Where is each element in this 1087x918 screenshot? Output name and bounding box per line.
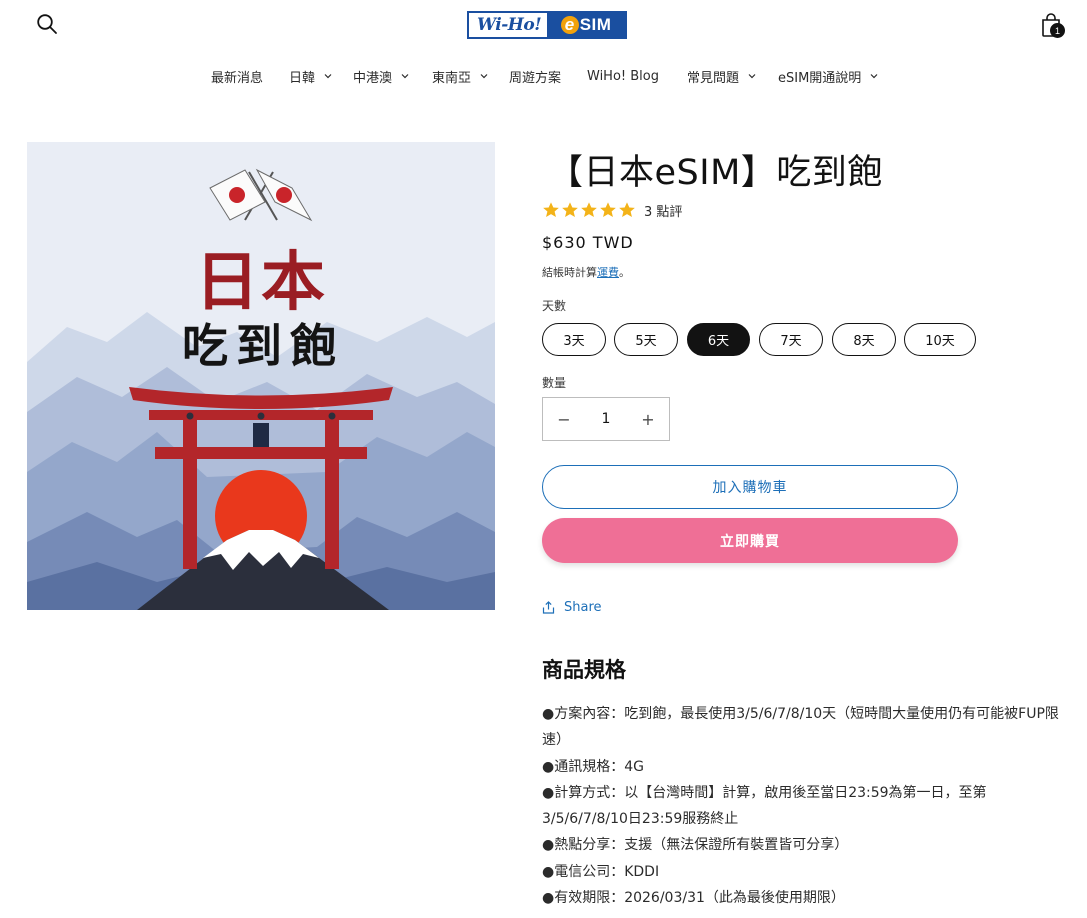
star-icon bbox=[619, 202, 635, 218]
spec-item-carrier: ●電信公司：KDDI bbox=[542, 863, 660, 880]
spec-item-billing: ●計算方式：以【台灣時間】計算，啟用後至當日23:59為第一日，至第3/5/6/… bbox=[542, 784, 987, 828]
nav-item-faq[interactable]: 常見問題 bbox=[687, 65, 756, 87]
spec-item-plan: ●方案內容：吃到飽，最長使用3/5/6/7/8/10天（短時間大量使用仍有可能被… bbox=[542, 706, 1059, 749]
main-nav: 最新消息 日韓 中港澳 東南亞 周遊方案 WiHo! Blog 常見問題 eSI… bbox=[0, 65, 1087, 87]
chevron-down-icon bbox=[480, 74, 488, 79]
product-title: 【日本eSIM】吃到飽 bbox=[548, 153, 883, 193]
nav-item-japan-korea[interactable]: 日韓 bbox=[289, 65, 332, 87]
day-option-6[interactable]: 6天 bbox=[687, 323, 750, 356]
day-option-10[interactable]: 10天 bbox=[904, 323, 976, 356]
logo-esim-text: e SIM bbox=[547, 13, 625, 37]
site-logo[interactable]: Wi-Ho! e SIM bbox=[467, 11, 627, 39]
add-to-cart-button[interactable]: 加入購物車 bbox=[542, 465, 958, 509]
nav-item-blog[interactable]: WiHo! Blog bbox=[587, 65, 659, 87]
image-title-japan: 日本 bbox=[195, 246, 327, 320]
product-rating[interactable]: 3 點評 bbox=[542, 199, 682, 221]
logo-wiho-text: Wi-Ho! bbox=[477, 15, 542, 35]
nav-item-latest-news[interactable]: 最新消息 bbox=[211, 65, 263, 87]
quantity-stepper: − 1 + bbox=[542, 397, 670, 441]
quantity-decrease-button[interactable]: − bbox=[543, 398, 585, 440]
product-price: $630 TWD bbox=[542, 233, 634, 252]
share-label: Share bbox=[564, 599, 602, 615]
shipping-note: 結帳時計算運費。 bbox=[542, 266, 630, 279]
spec-item-network: ●通訊規格：4G bbox=[542, 758, 644, 775]
search-icon[interactable] bbox=[36, 13, 58, 35]
shipping-link[interactable]: 運費 bbox=[597, 266, 619, 279]
nav-item-multi-country[interactable]: 周遊方案 bbox=[509, 65, 561, 87]
nav-item-esim-guide[interactable]: eSIM開通說明 bbox=[778, 65, 878, 87]
star-icon bbox=[562, 202, 578, 218]
image-title-unlimited: 吃到飽 bbox=[182, 319, 344, 373]
day-option-3[interactable]: 3天 bbox=[542, 323, 606, 356]
buy-now-button[interactable]: 立即購買 bbox=[542, 518, 958, 563]
nav-item-southeast-asia[interactable]: 東南亞 bbox=[432, 65, 488, 87]
quantity-input[interactable]: 1 bbox=[585, 411, 627, 427]
star-icon bbox=[581, 202, 597, 218]
days-label: 天數 bbox=[542, 299, 567, 313]
chevron-down-icon bbox=[401, 74, 409, 79]
rating-count[interactable]: 3 點評 bbox=[644, 201, 682, 220]
share-button[interactable]: Share bbox=[542, 598, 602, 616]
chevron-down-icon bbox=[870, 74, 878, 79]
product-image[interactable]: 日本 吃到飽 bbox=[27, 142, 495, 610]
quantity-label: 數量 bbox=[542, 376, 567, 390]
day-option-8[interactable]: 8天 bbox=[832, 323, 896, 356]
spec-item-hotspot: ●熱點分享：支援（無法保證所有裝置皆可分享） bbox=[542, 837, 849, 854]
nav-item-china-hk-macau[interactable]: 中港澳 bbox=[353, 65, 409, 87]
share-icon bbox=[542, 600, 555, 614]
chevron-down-icon bbox=[748, 74, 756, 79]
spec-list: ●方案內容：吃到飽，最長使用3/5/6/7/8/10天（短時間大量使用仍有可能被… bbox=[542, 701, 1072, 911]
star-icon bbox=[543, 202, 559, 218]
day-option-7[interactable]: 7天 bbox=[759, 323, 823, 356]
spec-title: 商品規格 bbox=[542, 658, 626, 682]
spec-item-validity: ●有效期限：2026/03/31（此為最後使用期限） bbox=[542, 890, 845, 907]
day-option-5[interactable]: 5天 bbox=[614, 323, 678, 356]
quantity-increase-button[interactable]: + bbox=[627, 398, 669, 440]
chevron-down-icon bbox=[324, 74, 332, 79]
rating-stars bbox=[542, 201, 636, 219]
cart-count-badge: 1 bbox=[1050, 23, 1065, 38]
star-icon bbox=[600, 202, 616, 218]
